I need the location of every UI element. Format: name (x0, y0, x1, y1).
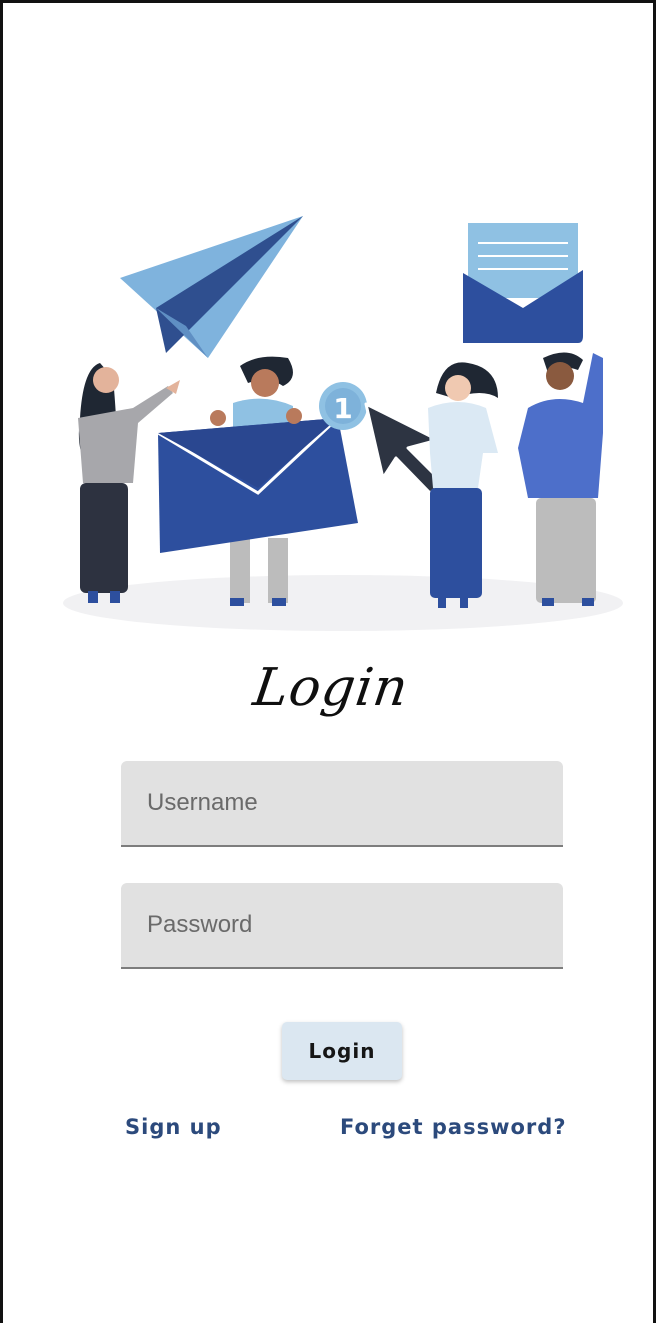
forget-password-link[interactable]: Forget password? (340, 1115, 567, 1139)
envelope-icon (463, 223, 583, 343)
sign-up-link[interactable]: Sign up (125, 1115, 222, 1139)
page-title: Login (249, 658, 413, 718)
username-input[interactable] (121, 761, 563, 845)
person-man-right (518, 352, 603, 606)
password-input[interactable] (121, 883, 563, 967)
person-woman-right (428, 362, 498, 608)
badge-count: 1 (333, 392, 352, 425)
phone-screen: 1 Login Username Login Sign up Forget pa… (0, 0, 656, 1323)
login-button[interactable]: Login (282, 1022, 402, 1080)
big-envelope-icon (157, 408, 358, 553)
username-field[interactable] (121, 761, 563, 847)
password-field[interactable] (121, 883, 563, 969)
paper-plane-icon (120, 216, 303, 358)
hero-illustration: 1 (58, 208, 628, 638)
notification-badge-icon: 1 (319, 382, 367, 430)
